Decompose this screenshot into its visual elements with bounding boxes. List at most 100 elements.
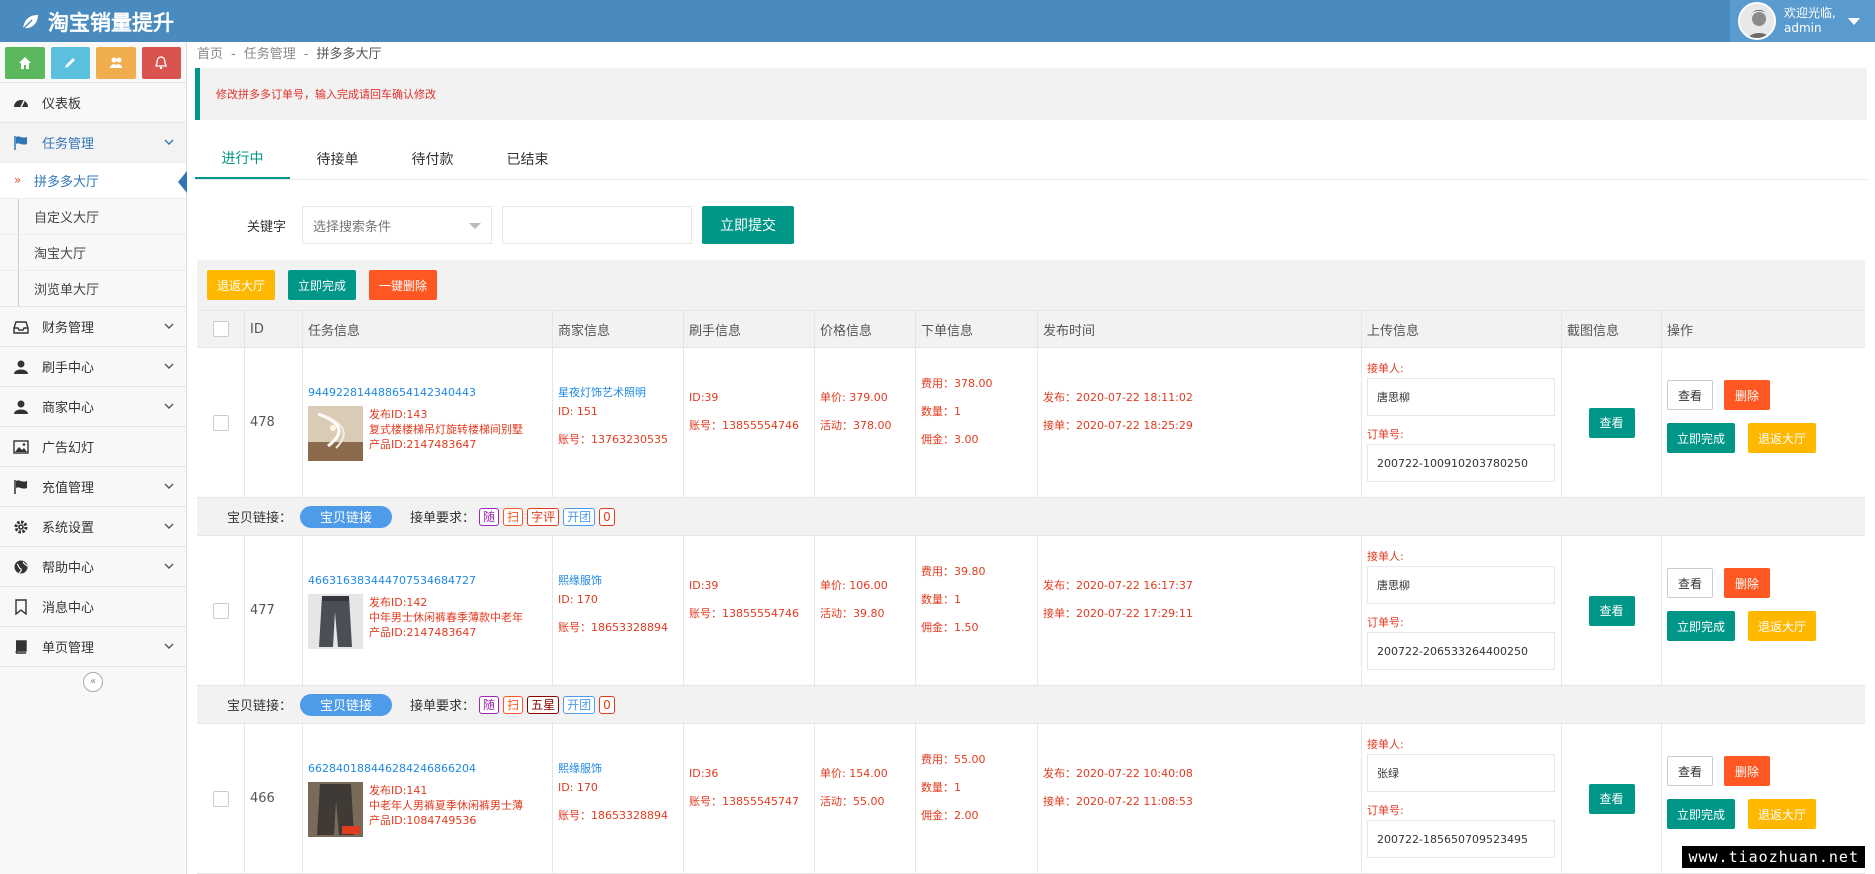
order-no-input[interactable]: 200722-185650709523495 [1367, 820, 1555, 858]
bookmark-icon [12, 598, 30, 615]
item-link-label: 宝贝链接： [227, 511, 293, 526]
receiver-field[interactable]: 张绿 [1367, 754, 1555, 792]
chevron-down-icon [164, 363, 174, 369]
sidebar-item-messages[interactable]: 消息中心 [0, 586, 186, 626]
product-title: 复式楼楼梯吊灯旋转楼梯间别墅 [369, 423, 523, 436]
sidebar-item-brusher[interactable]: 刷手中心 [0, 346, 186, 386]
delete-button[interactable]: 删除 [1724, 568, 1770, 598]
breadcrumb-home[interactable]: 首页 [197, 47, 223, 62]
delete-button[interactable]: 删除 [1724, 380, 1770, 410]
sidebar-item-finance[interactable]: 财务管理 [0, 306, 186, 346]
view-screenshot-button[interactable]: 查看 [1588, 407, 1635, 438]
task-number-link[interactable]: 466316383444707534684727 [308, 574, 476, 587]
chevron-down-icon [164, 523, 174, 529]
complete-now-button[interactable]: 立即完成 [288, 270, 357, 300]
back-to-hall-button[interactable]: 退返大厅 [207, 270, 276, 300]
brusher-account: 账号：13855545747 [689, 795, 799, 808]
avatar [1738, 2, 1776, 40]
product-title: 中老年人男裤夏季休闲裤男士薄 [369, 799, 523, 812]
task-number-link[interactable]: 662840188446284246866204 [308, 762, 476, 775]
quick-actions [0, 42, 186, 82]
users-button[interactable] [96, 47, 136, 79]
req-tag: 0 [599, 507, 615, 526]
check-button[interactable]: 查看 [1667, 568, 1713, 598]
receiver-field[interactable]: 唐思柳 [1367, 566, 1555, 604]
shop-account: 账号：18653328894 [558, 621, 668, 634]
sidebar-item-dashboard[interactable]: 仪表板 [0, 82, 186, 122]
watermark: www.tiaozhuan.net [1682, 846, 1865, 868]
task-number-link[interactable]: 944922814488654142340443 [308, 386, 476, 399]
back-hall-button[interactable]: 退返大厅 [1748, 611, 1816, 641]
col-shop: 商家信息 [553, 311, 684, 347]
complete-button[interactable]: 立即完成 [1667, 423, 1735, 453]
item-link-button[interactable]: 宝贝链接 [300, 693, 393, 716]
sidebar-item-tasks[interactable]: 任务管理 [0, 122, 186, 162]
main-content: 首页 - 任务管理 - 拼多多大厅 修改拼多多订单号，输入完成请回车确认修改 进行中 待… [195, 42, 1867, 874]
check-button[interactable]: 查看 [1667, 756, 1713, 786]
view-screenshot-button[interactable]: 查看 [1588, 783, 1635, 814]
row-checkbox[interactable] [212, 790, 229, 807]
shop-id: ID: 170 [558, 781, 598, 794]
back-hall-button[interactable]: 退返大厅 [1748, 423, 1816, 453]
bulk-delete-button[interactable]: 一键删除 [369, 270, 438, 300]
search-condition-select[interactable]: 选择搜索条件 [302, 206, 492, 244]
item-link-button[interactable]: 宝贝链接 [300, 505, 393, 528]
product-title: 中年男士休闲裤春季薄款中老年 [369, 611, 523, 624]
sidebar-item-help[interactable]: 帮助中心 [0, 546, 186, 586]
receiver-field[interactable]: 唐思柳 [1367, 378, 1555, 416]
sidebar-item-recharge[interactable]: 充值管理 [0, 466, 186, 506]
unit-price: 单价: 106.00 [820, 579, 888, 592]
user-menu[interactable]: 欢迎光临, admin [1730, 0, 1875, 42]
collapse-icon[interactable]: « [83, 671, 103, 692]
table-row: 466 662840188446284246866204 发布ID:141 中老… [197, 724, 1865, 874]
complete-button[interactable]: 立即完成 [1667, 799, 1735, 829]
notice-banner: 修改拼多多订单号，输入完成请回车确认修改 [195, 68, 1867, 120]
row-checkbox[interactable] [212, 414, 229, 431]
users-icon [109, 57, 122, 68]
tab-pending-accept[interactable]: 待接单 [290, 139, 385, 179]
shop-account: 账号：18653328894 [558, 809, 668, 822]
delete-button[interactable]: 删除 [1724, 756, 1770, 786]
bell-icon [155, 56, 168, 70]
sidebar-item-merchant[interactable]: 商家中心 [0, 386, 186, 426]
tab-pending-payment[interactable]: 待付款 [385, 139, 480, 179]
row-checkbox[interactable] [212, 602, 229, 619]
sidebar-sub-custom-hall[interactable]: 自定义大厅 [0, 198, 186, 234]
complete-button[interactable]: 立即完成 [1667, 611, 1735, 641]
view-screenshot-button[interactable]: 查看 [1588, 595, 1635, 626]
active-indicator [178, 171, 187, 193]
order-no-input[interactable]: 200722-100910203780250 [1367, 444, 1555, 482]
bell-button[interactable] [141, 47, 181, 79]
dropdown-arrow-icon [469, 223, 481, 229]
sidebar: 仪表板 任务管理 » 拼多多大厅 自定义大厅 淘宝大厅 浏览单大厅 财务管理 刷… [0, 42, 187, 874]
search-bar: 关键字 选择搜索条件 立即提交 [195, 180, 1867, 270]
order-no-input[interactable]: 200722-206533264400250 [1367, 632, 1555, 670]
submit-button[interactable]: 立即提交 [702, 206, 794, 244]
keyword-input[interactable] [502, 206, 692, 244]
chevron-down-icon [164, 323, 174, 329]
publish-id: 发布ID:141 [369, 784, 428, 797]
sidebar-sub-browse-hall[interactable]: 浏览单大厅 [0, 270, 186, 306]
tab-in-progress[interactable]: 进行中 [195, 139, 290, 179]
sidebar-item-slides[interactable]: 广告幻灯 [0, 426, 186, 466]
brusher-account: 账号：13855554746 [689, 419, 799, 432]
brand[interactable]: 淘宝销量提升 [20, 7, 174, 37]
sidebar-item-pages[interactable]: 单页管理 [0, 626, 186, 666]
check-button[interactable]: 查看 [1667, 380, 1713, 410]
breadcrumb-current: 拼多多大厅 [316, 47, 382, 62]
order-qty: 数量：1 [921, 781, 961, 794]
edit-button[interactable] [50, 47, 90, 79]
sidebar-sub-taobao-hall[interactable]: 淘宝大厅 [0, 234, 186, 270]
breadcrumb-section[interactable]: 任务管理 [244, 47, 296, 62]
tab-finished[interactable]: 已结束 [480, 139, 575, 179]
back-hall-button[interactable]: 退返大厅 [1748, 799, 1816, 829]
sidebar-sub-pdd-hall[interactable]: » 拼多多大厅 [0, 162, 187, 198]
sidebar-item-settings[interactable]: 系统设置 [0, 506, 186, 546]
gear-icon [12, 519, 30, 535]
home-button[interactable] [5, 47, 45, 79]
receiver-label: 接单人: [1367, 550, 1404, 563]
table-header: ID 任务信息 商家信息 刷手信息 价格信息 下单信息 发布时间 上传信息 截图… [197, 310, 1865, 348]
order-fee: 费用：55.00 [921, 753, 986, 766]
select-all-checkbox[interactable] [212, 321, 229, 337]
accept-time: 接单：2020-07-22 11:08:53 [1043, 795, 1193, 808]
